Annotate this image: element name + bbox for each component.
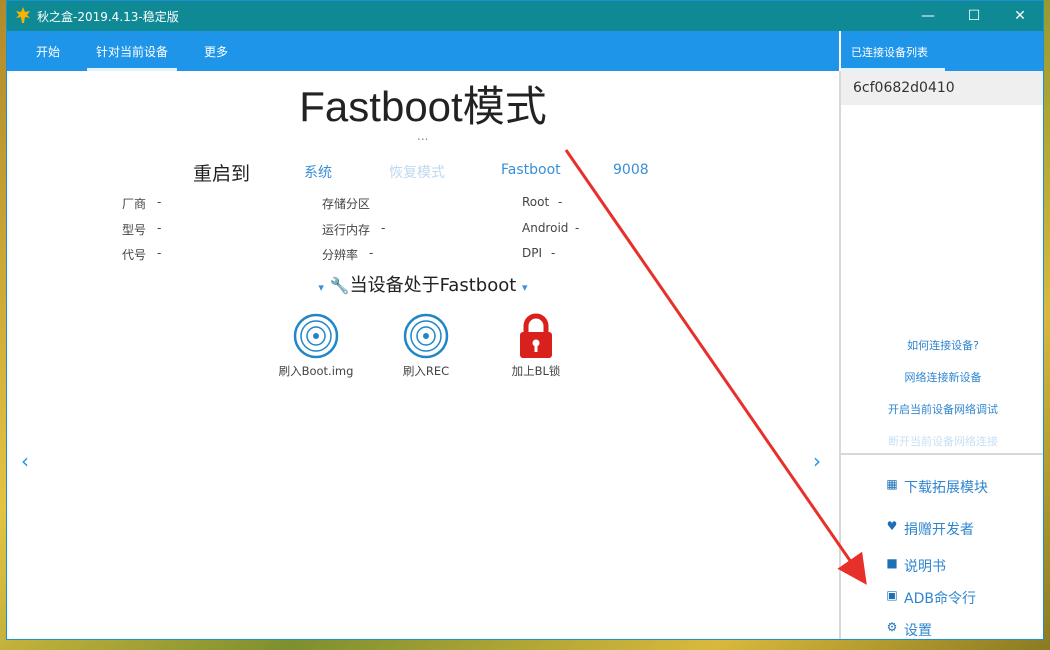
info-value-resolution: - (369, 246, 374, 260)
info-value-android: - (575, 221, 580, 235)
adb-cli-button[interactable]: ADB命令行 (904, 588, 976, 608)
relock-bl-tile[interactable]: 加上BL锁 (491, 305, 581, 385)
flash-rec-label: 刷入REC (402, 364, 450, 378)
info-value-vendor: - (157, 195, 162, 209)
enable-network-debug-link[interactable]: 开启当前设备网络调试 (841, 401, 1043, 417)
info-label-vendor: 厂商 (122, 197, 147, 211)
info-value-dpi: - (551, 246, 556, 260)
heart-icon: ♥ (886, 519, 898, 533)
info-label-android: Android (522, 221, 569, 235)
flash-boot-label: 刷入Boot.img (278, 364, 354, 378)
reboot-fastboot-link[interactable]: Fastboot (501, 162, 561, 178)
mode-subtitle: ... (417, 129, 429, 143)
settings-button[interactable]: 设置 (904, 620, 932, 639)
disc-icon (293, 313, 339, 359)
donate-button[interactable]: 捐赠开发者 (904, 519, 974, 539)
info-value-root: - (558, 195, 563, 209)
info-value-codename: - (157, 246, 162, 260)
reboot-to-label: 重启到 (193, 163, 251, 185)
book-icon: ■ (886, 556, 898, 570)
device-list-header: 已连接设备列表 (841, 31, 1043, 71)
caret-down-icon: ▾ (522, 281, 528, 294)
disc-icon (403, 313, 449, 359)
previous-page-button[interactable]: ‹ (21, 449, 29, 473)
main-panel: Fastboot模式 ... 重启到 系统 恢复模式 Fastboot 9008… (7, 71, 839, 639)
relock-bl-label: 加上BL锁 (511, 364, 561, 378)
minimize-button[interactable]: — (905, 1, 951, 31)
flash-rec-tile[interactable]: 刷入REC (381, 305, 471, 385)
info-label-dpi: DPI (522, 246, 543, 260)
device-list-title[interactable]: 已连接设备列表 (851, 44, 928, 60)
reboot-9008-link[interactable]: 9008 (613, 162, 649, 178)
wrench-icon: 🔧 (329, 276, 350, 295)
reboot-recovery-link[interactable]: 恢复模式 (389, 162, 445, 182)
mode-title: Fastboot模式 (299, 83, 547, 130)
maximize-button[interactable]: ☐ (951, 1, 997, 31)
caret-down-icon: ▾ (318, 281, 324, 294)
info-label-root: Root (522, 195, 550, 209)
menu-item-current-device[interactable]: 针对当前设备 (96, 43, 168, 60)
device-serial: 6cf0682d0410 (853, 80, 955, 96)
lock-icon (513, 313, 559, 359)
terminal-icon: ▣ (886, 588, 898, 602)
maple-leaf-icon (15, 6, 31, 24)
app-window: 秋之盒-2019.4.13-稳定版 — ☐ ✕ 开始 针对当前设备 更多 已连接… (6, 0, 1044, 640)
device-state-text: 当设备处于Fastboot (349, 275, 517, 296)
menu-bar: 开始 针对当前设备 更多 (7, 31, 839, 71)
manual-button[interactable]: 说明书 (904, 556, 946, 576)
gear-icon: ⚙ (886, 620, 898, 634)
download-modules-button[interactable]: 下载拓展模块 (904, 477, 988, 497)
disconnect-network-link[interactable]: 断开当前设备网络连接 (841, 433, 1043, 449)
device-list: 6cf0682d0410 如何连接设备? 网络连接新设备 开启当前设备网络调试 … (841, 71, 1043, 451)
flash-boot-tile[interactable]: 刷入Boot.img (271, 305, 361, 385)
info-label-codename: 代号 (122, 248, 147, 262)
menu-item-more[interactable]: 更多 (204, 43, 228, 60)
menu-item-start[interactable]: 开始 (36, 43, 60, 60)
info-value-ram: - (381, 221, 386, 235)
network-connect-link[interactable]: 网络连接新设备 (841, 369, 1043, 385)
window-title: 秋之盒-2019.4.13-稳定版 (37, 10, 179, 24)
info-label-resolution: 分辨率 (322, 248, 359, 262)
info-label-model: 型号 (122, 223, 147, 237)
grid-icon: ▦ (886, 477, 898, 491)
device-state-line: ▾ 🔧当设备处于Fastboot ▾ (7, 271, 839, 297)
next-page-button[interactable]: › (813, 449, 821, 473)
close-button[interactable]: ✕ (997, 1, 1043, 31)
info-label-ram: 运行内存 (322, 223, 371, 237)
how-to-connect-link[interactable]: 如何连接设备? (841, 337, 1043, 353)
device-list-item[interactable]: 6cf0682d0410 (841, 71, 1043, 105)
reboot-system-link[interactable]: 系统 (304, 162, 332, 182)
info-label-storage: 存储分区 (322, 197, 371, 211)
right-divider (841, 453, 1043, 455)
title-bar[interactable]: 秋之盒-2019.4.13-稳定版 — ☐ ✕ (7, 1, 1043, 31)
info-value-model: - (157, 221, 162, 235)
